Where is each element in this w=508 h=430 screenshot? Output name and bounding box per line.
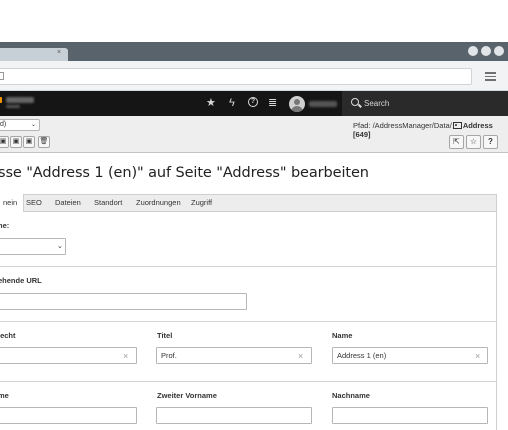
page-title: sse "Address 1 (en)" auf Seite "Address"…	[0, 165, 369, 181]
window-minimize-button[interactable]	[468, 46, 478, 56]
typo3-logo[interactable]	[0, 97, 2, 103]
clear-icon[interactable]: ×	[298, 351, 303, 361]
user-name[interactable]	[309, 101, 337, 107]
url-label: ehende URL	[0, 276, 42, 285]
search-icon[interactable]	[351, 98, 359, 106]
title-field[interactable]: Prof.	[156, 347, 312, 364]
tab-seo[interactable]: SEO	[20, 194, 48, 212]
firstname-label: me	[0, 391, 9, 400]
window-close-button[interactable]	[494, 46, 504, 56]
tab-zuordnungen[interactable]: Zuordnungen	[130, 194, 187, 212]
url-field[interactable]	[0, 293, 247, 310]
lastname-field[interactable]	[332, 407, 488, 424]
save-close-button[interactable]: ▣	[10, 136, 22, 148]
tab-zugriff[interactable]: Zugriff	[185, 194, 218, 212]
list-icon[interactable]: ≣	[268, 97, 277, 109]
delete-button[interactable]: 🗑	[38, 136, 50, 148]
path-prefix: Pfad: /AddressManager/Data/	[353, 121, 452, 130]
type-label: he:	[0, 221, 10, 230]
bolt-icon[interactable]: ϟ	[229, 97, 235, 109]
title-label: Titel	[157, 331, 173, 340]
browser-menu-icon[interactable]	[485, 72, 496, 81]
name-label: Name	[332, 331, 353, 340]
clear-icon[interactable]: ×	[475, 351, 480, 361]
browser-titlebar	[0, 42, 508, 61]
url-input[interactable]	[0, 68, 472, 85]
search-label[interactable]: Search	[364, 99, 389, 108]
name-field[interactable]: Address 1 (en)	[332, 347, 488, 364]
gender-field[interactable]	[0, 347, 137, 364]
tab-close-icon[interactable]: ×	[57, 49, 61, 56]
help-icon[interactable]: ?	[248, 97, 258, 107]
divider	[0, 266, 497, 267]
tab-dateien[interactable]: Dateien	[49, 194, 87, 212]
divider	[0, 381, 497, 382]
open-new-window-button[interactable]: ⇱	[449, 135, 464, 149]
save-new-button[interactable]: ▣	[23, 136, 35, 148]
bookmark-button[interactable]: ☆	[466, 135, 481, 149]
lastname-label: Nachname	[332, 391, 370, 400]
site-version	[6, 105, 20, 108]
window-maximize-button[interactable]	[481, 46, 491, 56]
address-record-icon	[452, 122, 462, 129]
firstname-field[interactable]	[0, 407, 137, 424]
gender-label: lecht	[0, 331, 16, 340]
star-icon[interactable]: ★	[206, 97, 216, 109]
page-icon	[0, 72, 4, 80]
clear-icon[interactable]: ×	[123, 351, 128, 361]
save-button[interactable]: ▣	[0, 136, 9, 148]
chevron-down-icon[interactable]: ⌄	[31, 121, 36, 128]
middlename-label: Zweiter Vorname	[157, 391, 217, 400]
divider	[0, 321, 497, 322]
chevron-down-icon[interactable]: ⌄	[57, 242, 63, 250]
middlename-field[interactable]	[156, 407, 312, 424]
help-button[interactable]: ?	[483, 135, 498, 149]
avatar[interactable]	[289, 96, 305, 112]
site-name	[6, 97, 34, 103]
tab-standort[interactable]: Standort	[88, 194, 128, 212]
